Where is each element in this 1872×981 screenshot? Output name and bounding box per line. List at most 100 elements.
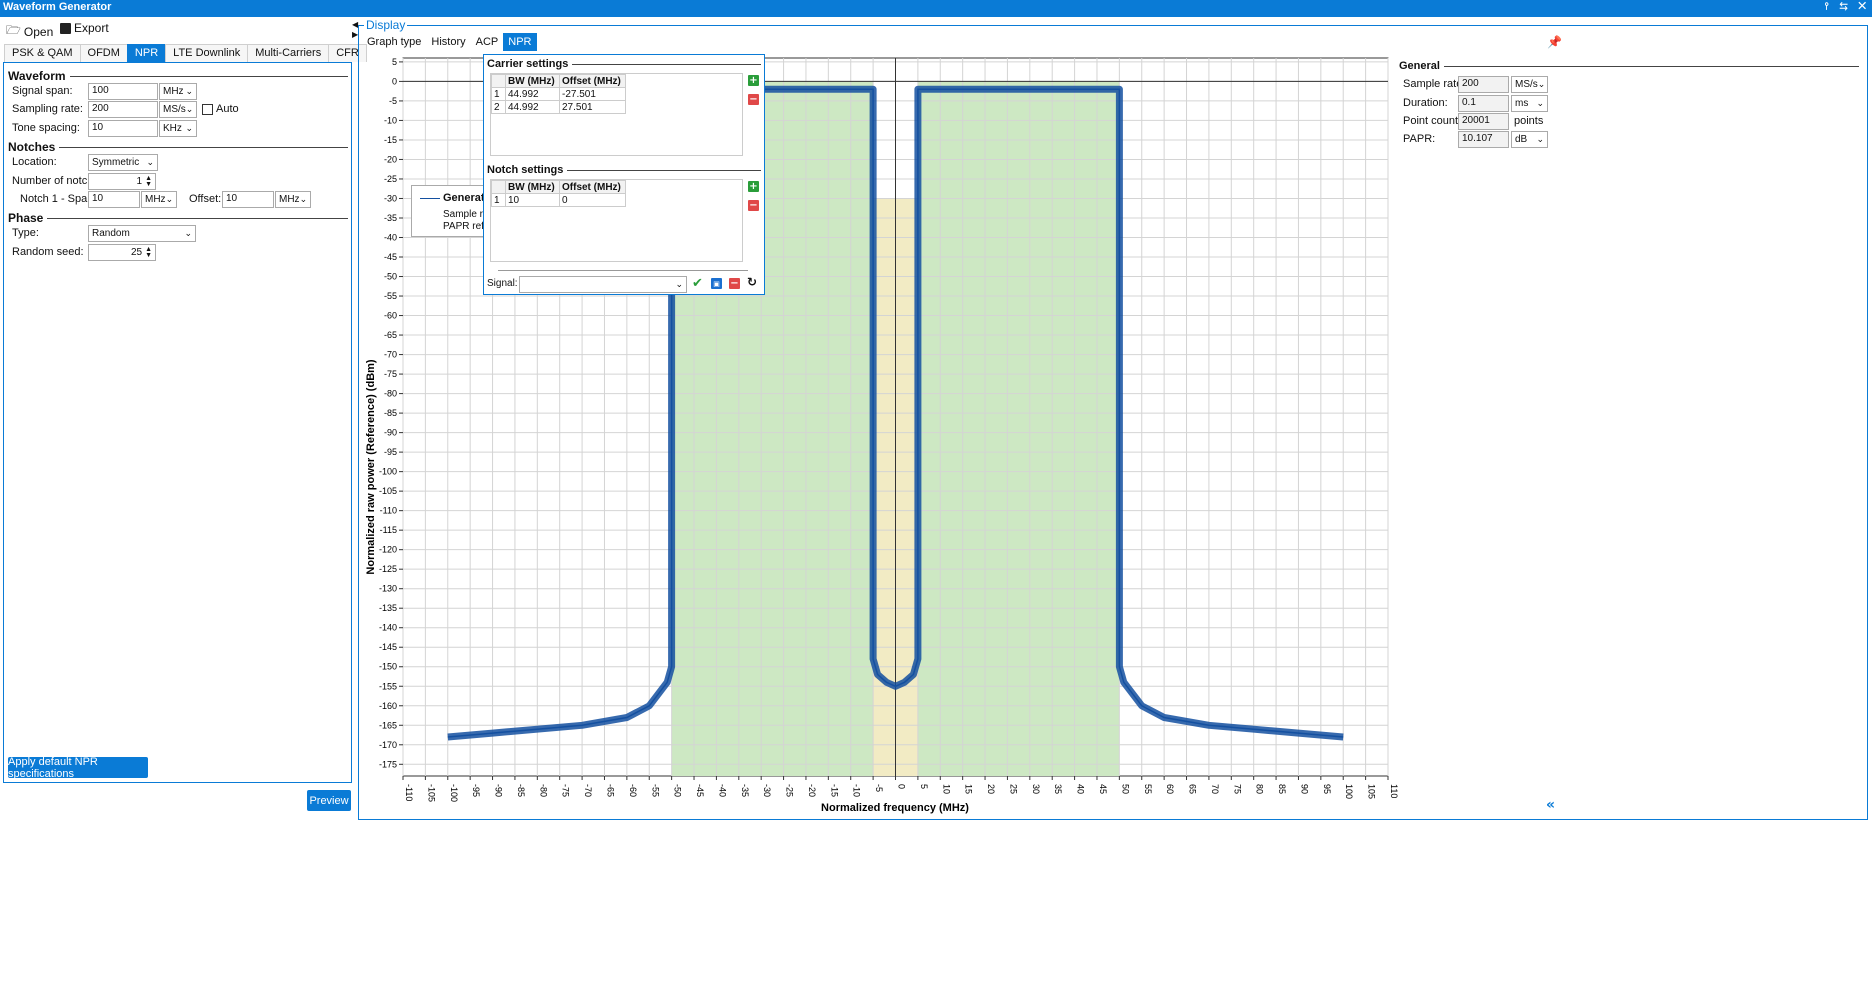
add-notch-icon[interactable]: + xyxy=(748,181,759,192)
carrier-bw-cell[interactable]: 44.992 xyxy=(505,87,560,101)
save-icon[interactable]: ▣ xyxy=(711,278,722,289)
signal-span-unit-value: MHz xyxy=(163,86,184,97)
tone-spacing-unit[interactable]: KHz ⌄ xyxy=(159,120,197,137)
tab-history[interactable]: History xyxy=(426,33,470,51)
open-button[interactable]: 🗁 Open xyxy=(6,21,53,42)
carrier-offset-cell[interactable]: -27.501 xyxy=(559,87,626,101)
notch-span-unit[interactable]: MHz ⌄ xyxy=(141,191,177,208)
remove-carrier-icon[interactable]: − xyxy=(748,94,759,105)
tab-lte-downlink[interactable]: LTE Downlink xyxy=(165,44,249,62)
tab-psk-qam[interactable]: PSK & QAM xyxy=(4,44,81,62)
table-row[interactable]: 1 10 0 xyxy=(491,193,626,207)
add-carrier-icon[interactable]: + xyxy=(748,75,759,86)
y-tick-label: -115 xyxy=(380,525,397,535)
chevron-down-icon: ⌄ xyxy=(299,194,308,204)
sampling-rate-input[interactable]: 200 xyxy=(88,101,158,118)
legend-line xyxy=(420,198,440,199)
random-seed-stepper[interactable]: 25 ▲ ▼ xyxy=(88,244,156,261)
duration-field[interactable]: 0.1 xyxy=(1458,95,1509,112)
carrier-settings-heading: Carrier settings xyxy=(487,58,761,70)
x-tick-label: 70 xyxy=(1210,784,1220,794)
tone-spacing-input[interactable]: 10 xyxy=(88,120,158,137)
carrier-offset-header: Offset (MHz) xyxy=(559,74,626,88)
tab-npr[interactable]: NPR xyxy=(126,44,167,62)
sampling-rate-unit-value: MS/s xyxy=(163,104,186,115)
point-count-unit: points xyxy=(1514,115,1544,127)
y-tick-label: -120 xyxy=(379,545,397,555)
table-row[interactable]: 1 44.992 -27.501 xyxy=(491,87,626,101)
preview-button[interactable]: Preview xyxy=(307,790,351,811)
pin-icon[interactable]: 📌 xyxy=(1547,35,1562,49)
signal-span-unit[interactable]: MHz ⌄ xyxy=(159,83,197,100)
display-heading: Display xyxy=(364,18,408,32)
collapse-panel-icon[interactable]: « xyxy=(1546,797,1555,813)
x-tick-label: 65 xyxy=(1188,784,1198,794)
npr-settings-popup: Carrier settings BW (MHz) Offset (MHz) 14… xyxy=(483,54,765,295)
notch-offset-cell[interactable]: 0 xyxy=(559,193,626,207)
apply-default-npr-button[interactable]: Apply default NPR specifications xyxy=(8,756,148,780)
papr-label: PAPR: xyxy=(1403,133,1436,145)
phase-type-select[interactable]: Random ⌄ xyxy=(88,225,196,242)
sample-rate-field[interactable]: 200 xyxy=(1458,76,1509,93)
y-tick-label: -45 xyxy=(384,252,397,262)
x-tick-label: 45 xyxy=(1098,784,1108,794)
checkmark-icon[interactable]: ✔ xyxy=(692,276,703,291)
table-row[interactable]: 2 44.992 27.501 xyxy=(491,100,626,114)
papr-unit[interactable]: dB ⌄ xyxy=(1511,131,1548,148)
y-tick-label: -80 xyxy=(384,389,397,399)
offset-label: Offset: xyxy=(189,193,222,205)
number-of-notch-label: Number of notch: xyxy=(12,175,97,187)
duration-unit[interactable]: ms ⌄ xyxy=(1511,95,1548,112)
x-tick-label: 100 xyxy=(1344,784,1354,799)
window-buttons[interactable]: ⫯ ⇆ ✕ xyxy=(1824,1,1870,12)
row-index: 1 xyxy=(491,87,506,101)
y-tick-label: -175 xyxy=(379,759,397,769)
x-tick-label: 25 xyxy=(1008,784,1018,794)
signal-span-input[interactable]: 100 xyxy=(88,83,158,100)
tab-ofdm[interactable]: OFDM xyxy=(79,44,128,62)
tab-npr-display[interactable]: NPR xyxy=(503,33,537,51)
x-tick-label: -45 xyxy=(695,784,705,797)
signal-label: Signal: xyxy=(487,278,518,289)
table-corner xyxy=(491,74,506,88)
number-of-notch-value: 1 xyxy=(136,176,143,187)
y-tick-label: -65 xyxy=(384,330,397,340)
folder-icon: 🗁 xyxy=(6,23,21,37)
carrier-bw-cell[interactable]: 44.992 xyxy=(505,100,560,114)
y-axis-label: Normalized raw power (Reference) (dBm) xyxy=(365,359,377,574)
delete-icon[interactable]: − xyxy=(729,278,740,289)
x-tick-label: 95 xyxy=(1322,784,1332,794)
divider xyxy=(498,270,748,271)
settings-panel: Waveform Signal span: 100 MHz ⌄ Sampling … xyxy=(3,62,352,783)
number-of-notch-stepper[interactable]: 1 ▲ ▼ xyxy=(88,173,156,190)
notch-bw-cell[interactable]: 10 xyxy=(505,193,560,207)
offset-input[interactable]: 10 xyxy=(222,191,274,208)
tone-spacing-label: Tone spacing: xyxy=(12,122,80,134)
signal-select[interactable]: ⌄ xyxy=(519,276,687,293)
sample-rate-unit[interactable]: MS/s ⌄ xyxy=(1511,76,1548,93)
chevron-down-icon: ⌄ xyxy=(1536,134,1544,144)
auto-checkbox[interactable] xyxy=(202,104,213,115)
title-bar: Waveform Generator ⫯ ⇆ ✕ xyxy=(0,0,1872,17)
y-tick-label: -75 xyxy=(384,369,397,379)
notch-span-input[interactable]: 10 xyxy=(88,191,140,208)
x-tick-label: -35 xyxy=(740,784,750,797)
y-tick-label: -150 xyxy=(379,662,397,672)
x-tick-label: 10 xyxy=(941,784,951,794)
tab-multi-carriers[interactable]: Multi-Carriers xyxy=(247,44,330,62)
notch-offset-header: Offset (MHz) xyxy=(559,180,626,194)
location-select[interactable]: Symmetric ⌄ xyxy=(88,154,158,171)
carrier-offset-cell[interactable]: 27.501 xyxy=(559,100,626,114)
refresh-icon[interactable]: ↻ xyxy=(747,275,757,289)
tab-graph-type[interactable]: Graph type xyxy=(362,33,426,51)
x-tick-label: -40 xyxy=(717,784,727,797)
sampling-rate-unit[interactable]: MS/s ⌄ xyxy=(159,101,197,118)
tab-acp[interactable]: ACP xyxy=(471,33,504,51)
export-button[interactable]: Export xyxy=(60,21,109,35)
offset-unit[interactable]: MHz ⌄ xyxy=(275,191,311,208)
general-heading: General xyxy=(1399,60,1859,72)
chevron-down-icon: ⌄ xyxy=(675,279,683,289)
remove-notch-icon[interactable]: − xyxy=(748,200,759,211)
tone-spacing-unit-value: KHz xyxy=(163,123,182,134)
x-tick-label: 55 xyxy=(1143,784,1153,794)
